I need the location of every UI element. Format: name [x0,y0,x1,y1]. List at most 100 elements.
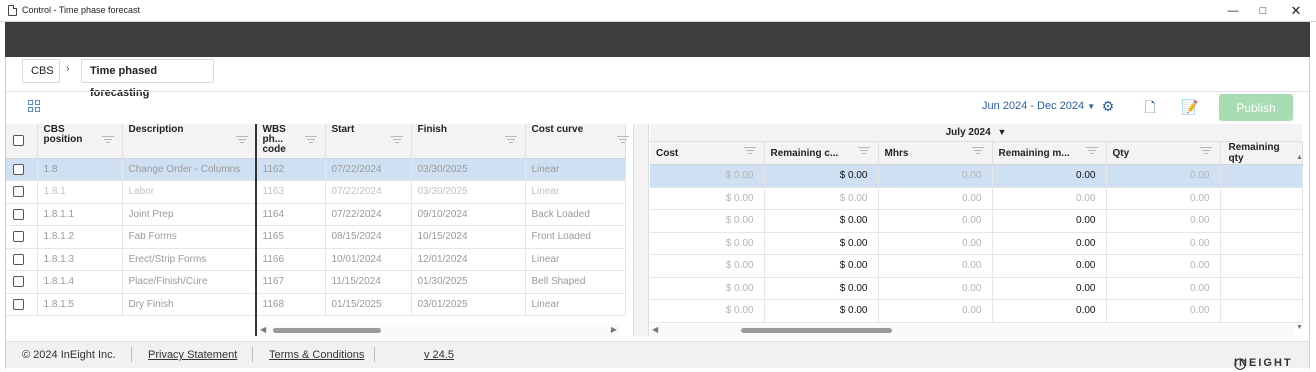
filter-icon[interactable] [504,136,517,144]
row-checkbox[interactable] [13,163,24,175]
col-header-description[interactable]: Description [122,124,257,159]
filter-icon[interactable] [235,136,248,144]
cell-remaining-cost[interactable]: $ 0.00 [764,187,879,210]
table-row[interactable]: 1.8.1.2 Fab Forms 1165 08/15/2024 10/15/… [6,225,626,249]
minimize-button[interactable]: — [1218,0,1248,22]
scrollbar-thumb[interactable] [741,328,892,333]
table-row[interactable]: $ 0.00 $ 0.00 0.00 0.00 0.00 [650,232,1303,255]
table-row[interactable]: $ 0.00 $ 0.00 0.00 0.00 0.00 [650,209,1303,233]
pane-splitter[interactable] [633,124,649,336]
row-checkbox[interactable] [13,276,24,288]
cell-remaining-qty[interactable] [1220,187,1303,210]
row-checkbox[interactable] [13,208,24,220]
col-header-remaining-mhrs[interactable]: Remaining m... [992,141,1107,165]
cell-remaining-mhrs[interactable]: 0.00 [992,187,1107,210]
col-header-cbs[interactable]: CBS position [37,124,123,159]
table-row[interactable]: $ 0.00 $ 0.00 0.00 0.00 0.00 [650,254,1303,278]
filter-icon[interactable] [743,147,756,155]
cell-remaining-cost[interactable]: $ 0.00 [764,209,879,233]
version-link[interactable]: v 24.5 [424,349,454,361]
date-range-selector[interactable]: Jun 2024 - Dec 2024 ▼ [982,100,1095,112]
filter-icon[interactable] [1085,147,1098,155]
cell-remaining-qty[interactable] [1220,164,1303,188]
cell-remaining-mhrs[interactable]: 0.00 [992,277,1107,300]
cell-qty: 0.00 [1106,277,1221,300]
col-header-finish[interactable]: Finish [411,124,526,159]
col-header-remaining-qty[interactable]: Remaining qty [1220,141,1303,165]
table-row[interactable]: $ 0.00 $ 0.00 0.00 0.00 0.00 [650,299,1303,323]
header-text: Mhrs [884,147,909,159]
cell-remaining-cost[interactable]: $ 0.00 [764,277,879,300]
cell-mhrs: 0.00 [878,277,993,300]
cell-start: 07/22/2024 [325,203,412,226]
cell-remaining-cost[interactable]: $ 0.00 [764,164,879,188]
breadcrumb-cbs[interactable]: CBS [22,59,60,83]
table-row[interactable]: 1.8.1.5 Dry Finish 1168 01/15/2025 03/01… [6,293,626,316]
filter-icon[interactable] [971,147,984,155]
scroll-up-icon[interactable]: ▲ [1296,154,1303,161]
row-checkbox[interactable] [13,253,24,265]
table-row[interactable]: $ 0.00 $ 0.00 0.00 0.00 0.00 [650,277,1303,300]
cell-remaining-qty[interactable] [1220,277,1303,300]
scroll-right-icon[interactable]: ▶ [611,325,617,334]
col-header-qty[interactable]: Qty [1106,141,1221,165]
cell-remaining-mhrs[interactable]: 0.00 [992,232,1107,255]
cell-remaining-mhrs[interactable]: 0.00 [992,299,1107,323]
col-header-mhrs[interactable]: Mhrs [878,141,993,165]
cell-mhrs: 0.00 [878,299,993,323]
cell-description: Labor [122,180,257,204]
cell-remaining-cost[interactable]: $ 0.00 [764,299,879,323]
row-checkbox[interactable] [13,231,24,243]
maximize-button[interactable]: □ [1248,0,1278,22]
cell-remaining-qty[interactable] [1220,299,1303,323]
scroll-left-icon[interactable]: ◀ [652,325,658,334]
cell-remaining-qty[interactable] [1220,209,1303,233]
filter-icon[interactable] [101,136,114,144]
cell-qty: 0.00 [1106,209,1221,233]
right-horizontal-scrollbar[interactable]: ◀ [650,324,1294,336]
table-row[interactable]: 1.8 Change Order - Columns 1162 07/22/20… [6,158,626,181]
filter-icon[interactable] [1199,147,1212,155]
col-header-remaining-cost[interactable]: Remaining c... [764,141,879,165]
publish-button[interactable]: Publish [1219,94,1293,121]
table-row[interactable]: 1.8.1.4 Place/Finish/Cure 1167 11/15/202… [6,270,626,294]
table-row[interactable]: $ 0.00 $ 0.00 0.00 0.00 0.00 [650,164,1303,188]
terms-link[interactable]: Terms & Conditions [269,349,364,361]
cell-remaining-mhrs[interactable]: 0.00 [992,209,1107,233]
privacy-link[interactable]: Privacy Statement [148,349,237,361]
breadcrumb-chevron-icon: › [66,63,70,75]
col-header-start[interactable]: Start [325,124,412,159]
close-button[interactable]: ✕ [1281,0,1311,22]
col-header-wbs[interactable]: WBS ph... code [256,124,326,159]
settings-gear-icon[interactable]: ⚙ [1098,96,1118,116]
cell-remaining-mhrs[interactable]: 0.00 [992,254,1107,278]
col-header-cost-curve[interactable]: Cost curve [525,124,629,159]
col-header-cost[interactable]: Cost [650,141,765,165]
month-header[interactable]: July 2024 ▼ [650,124,1302,142]
view-toggle-icon[interactable] [28,100,41,113]
row-checkbox[interactable] [13,298,24,310]
table-row[interactable]: $ 0.00 $ 0.00 0.00 0.00 0.00 [650,187,1303,210]
filter-icon[interactable] [390,136,403,144]
filter-icon[interactable] [616,136,629,144]
filter-icon[interactable] [857,147,870,155]
table-row[interactable]: 1.8.1.3 Erect/Strip Forms 1166 10/01/202… [6,248,626,271]
table-row[interactable]: 1.8.1.1 Joint Prep 1164 07/22/2024 09/10… [6,203,626,226]
cell-remaining-qty[interactable] [1220,254,1303,278]
header-text: Start [331,124,355,135]
scroll-left-icon[interactable]: ◀ [260,325,266,334]
select-all-checkbox[interactable] [13,135,24,147]
cell-remaining-mhrs[interactable]: 0.00 [992,164,1107,188]
row-checkbox[interactable] [13,186,24,198]
table-row[interactable]: 1.8.1 Labor 1163 07/22/2024 03/30/2025 L… [6,180,626,204]
scrollbar-thumb[interactable] [273,328,381,333]
right-vertical-scrollbar[interactable]: ▲ ▼ [1296,154,1304,336]
filter-icon[interactable] [304,136,317,144]
cell-remaining-cost[interactable]: $ 0.00 [764,232,879,255]
cell-remaining-cost[interactable]: $ 0.00 [764,254,879,278]
export-document-icon[interactable]: 🗋 [1140,97,1160,117]
left-horizontal-scrollbar[interactable]: ◀ ▶ [258,324,620,336]
cell-remaining-qty[interactable] [1220,232,1303,255]
edit-document-icon[interactable]: 📝 [1180,97,1200,117]
scroll-down-icon[interactable]: ▼ [1296,324,1303,331]
